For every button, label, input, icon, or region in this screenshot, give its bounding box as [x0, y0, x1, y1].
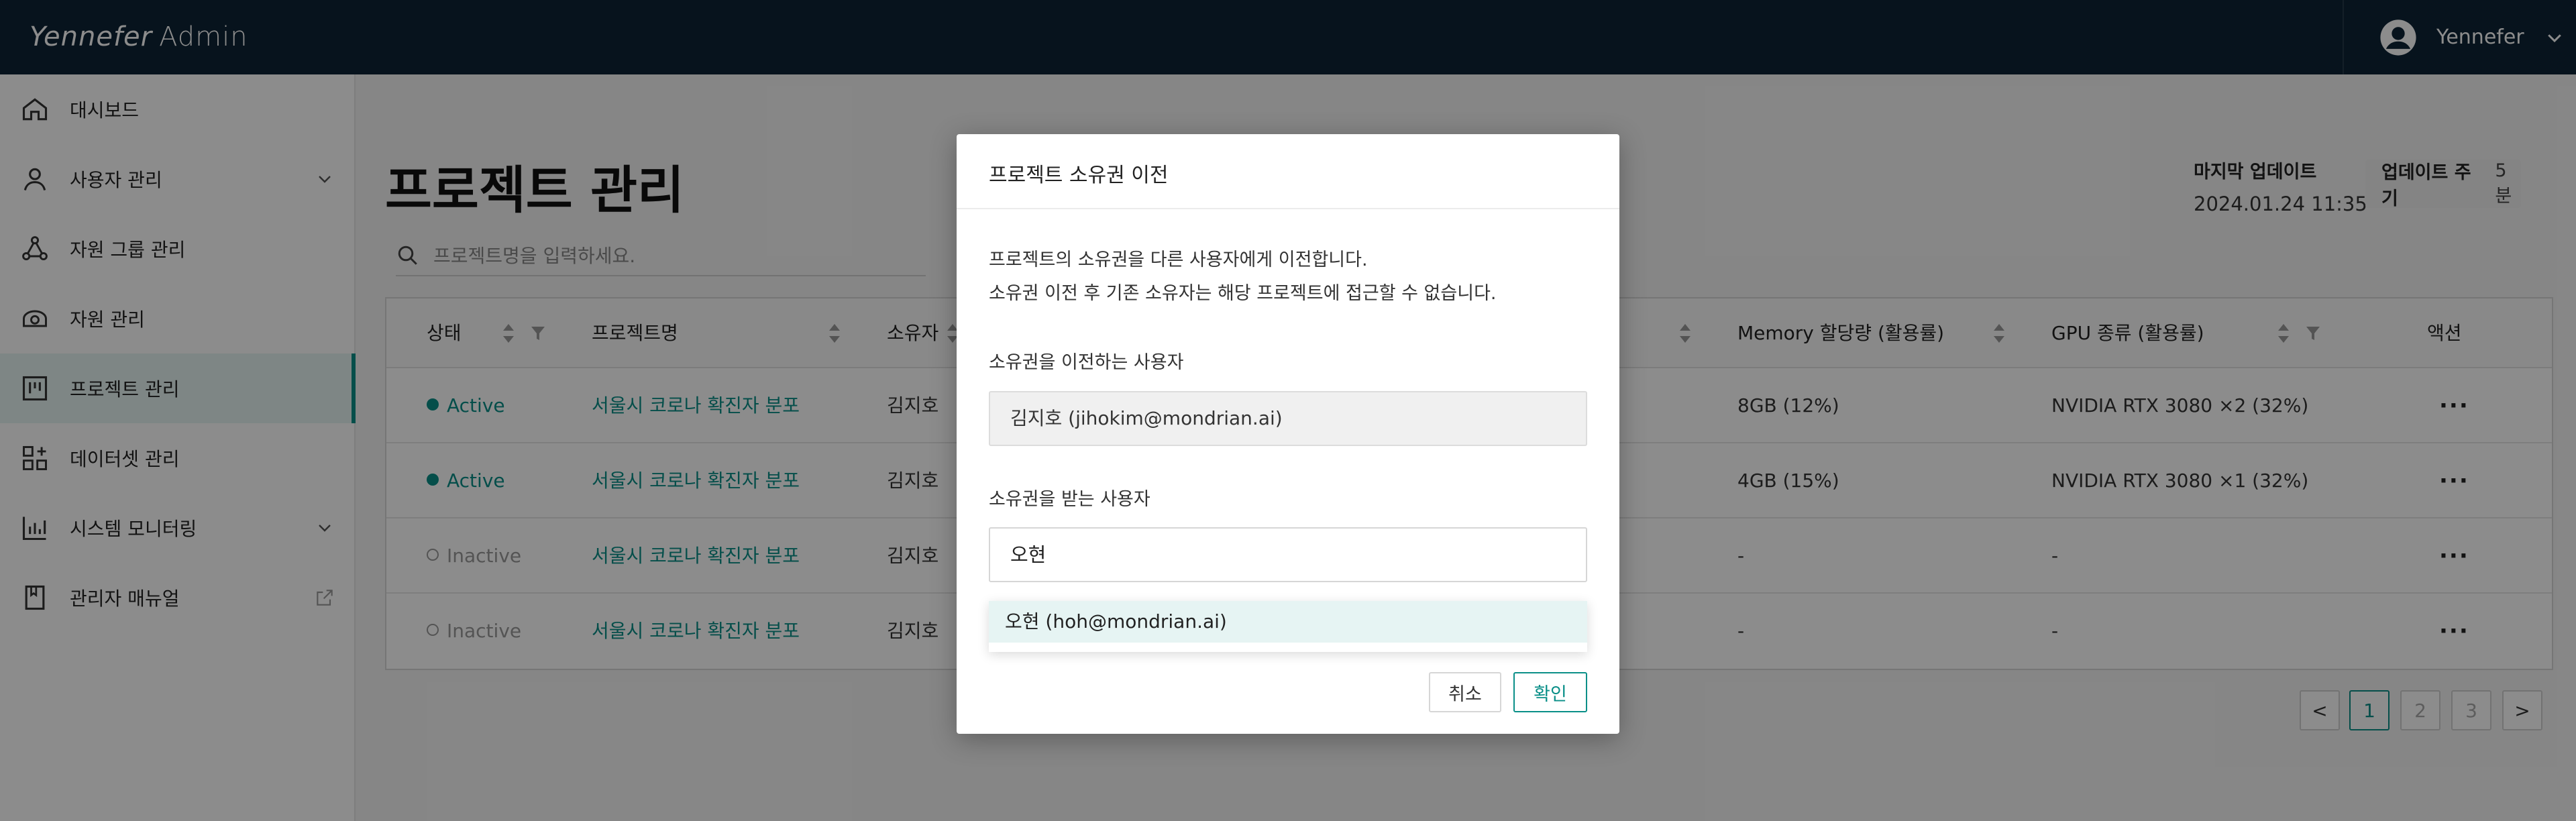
user-suggestion-dropdown: 오현 (hoh@mondrian.ai) [989, 601, 1587, 652]
dialog-header: 프로젝트 소유권 이전 [957, 134, 1619, 209]
confirm-button[interactable]: 확인 [1513, 672, 1587, 712]
to-user-label: 소유권을 받는 사용자 [989, 489, 1150, 510]
to-user-input[interactable]: 오현 [989, 527, 1587, 582]
dialog-description-line: 소유권 이전 후 기존 소유자는 해당 프로젝트에 접근할 수 없습니다. [989, 283, 1497, 304]
from-user-label: 소유권을 이전하는 사용자 [989, 352, 1184, 373]
cancel-button[interactable]: 취소 [1429, 672, 1501, 712]
dialog-title: 프로젝트 소유권 이전 [989, 164, 1169, 187]
user-suggestion-item[interactable]: 오현 (hoh@mondrian.ai) [989, 601, 1587, 643]
dialog-description-line: 프로젝트의 소유권을 다른 사용자에게 이전합니다. [989, 250, 1368, 270]
from-user-field: 김지호 (jihokim@mondrian.ai) [989, 391, 1587, 446]
ownership-transfer-dialog: 프로젝트 소유권 이전 프로젝트의 소유권을 다른 사용자에게 이전합니다. 소… [957, 134, 1619, 734]
dialog-description: 프로젝트의 소유권을 다른 사용자에게 이전합니다. 소유권 이전 후 기존 소… [989, 243, 1497, 311]
